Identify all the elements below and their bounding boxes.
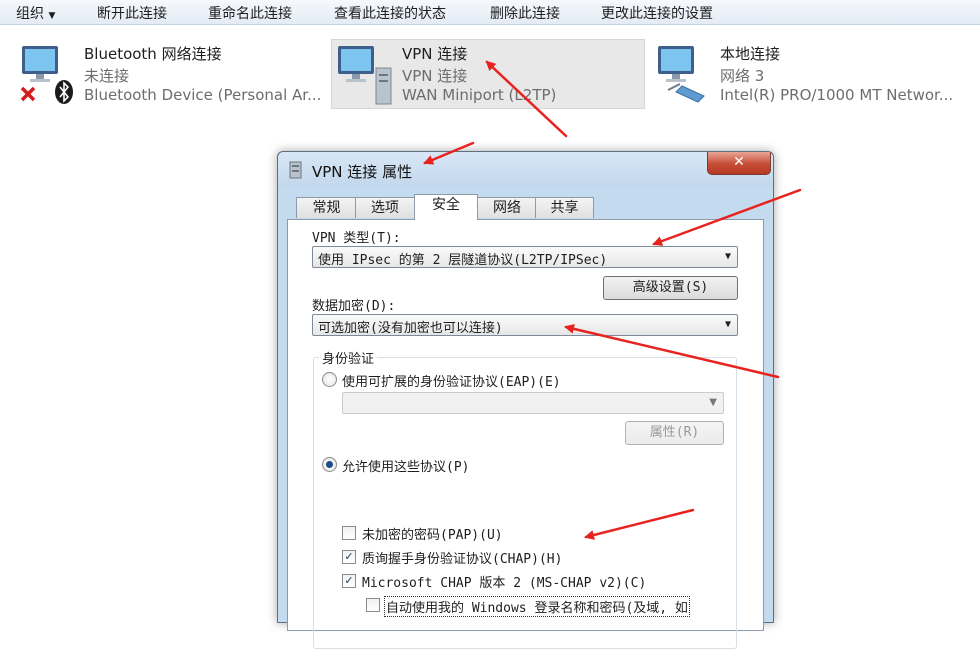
annotation-overlay: [423, 60, 802, 540]
annotation-arrow-icon: [485, 60, 568, 138]
annotation-arrow-icon: [584, 508, 695, 540]
tab-security[interactable]: 安全: [414, 194, 478, 220]
annotation-arrow-icon: [423, 141, 475, 165]
annotation-arrow-icon: [564, 323, 780, 379]
annotation-arrow-icon: [652, 188, 802, 246]
